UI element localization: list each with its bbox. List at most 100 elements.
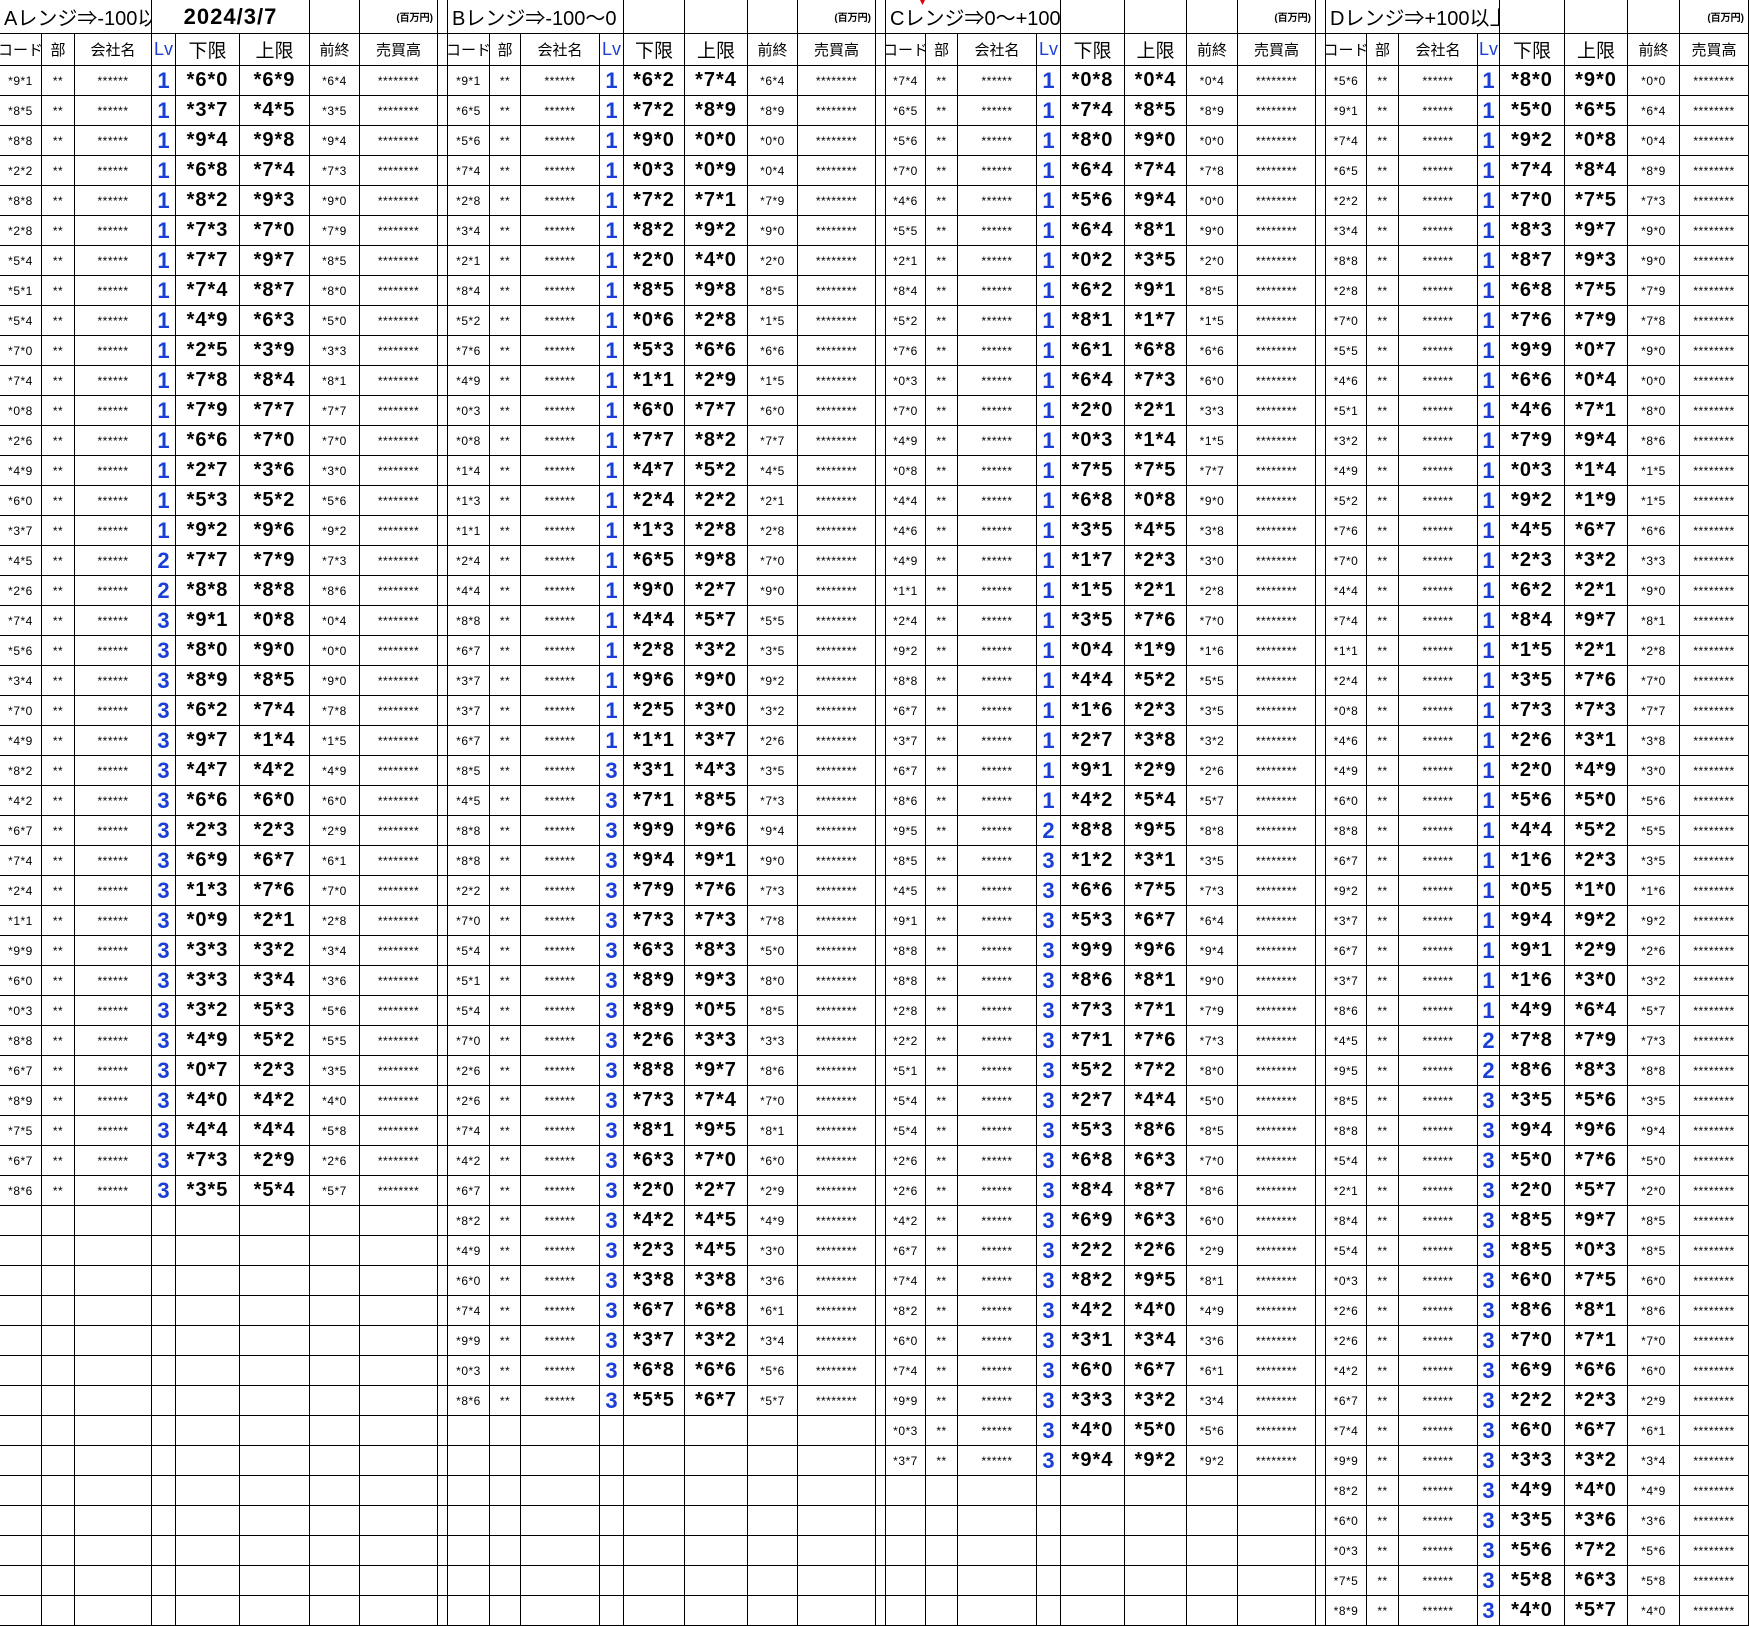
cell-upper: *4*0 (1125, 1296, 1187, 1325)
cell-code: *2*8 (886, 996, 926, 1025)
cell-dept: ** (1367, 1206, 1399, 1235)
cell-lower (1061, 1476, 1125, 1505)
gap-column (876, 1476, 886, 1505)
gap-column (1316, 456, 1326, 485)
gap-column (438, 696, 448, 725)
cell-code: *0*3 (886, 366, 926, 395)
cell-code: *4*5 (1326, 1026, 1367, 1055)
cell-upper: *2*1 (1565, 636, 1628, 665)
cell-code: *7*0 (1326, 546, 1367, 575)
cell-upper: *8*9 (685, 96, 748, 125)
cell-prev: *9*0 (1187, 486, 1238, 515)
cell-dept: ** (42, 456, 75, 485)
cell-dept: ** (926, 1176, 958, 1205)
cell-code: *8*5 (1326, 1086, 1367, 1115)
cell-prev: *7*3 (1628, 186, 1680, 215)
cell-company: ****** (75, 156, 152, 185)
column-header-company: 会社名 (1399, 34, 1478, 65)
cell-lv: 1 (152, 516, 176, 545)
cell-lv: 1 (152, 246, 176, 275)
cell-code: *8*6 (1326, 996, 1367, 1025)
cell-lower: *8*6 (1061, 966, 1125, 995)
cell-volume: ******** (1680, 396, 1749, 425)
gap-column (1316, 1026, 1326, 1055)
cell-company: ****** (75, 66, 152, 95)
column-header-code: コード (886, 34, 926, 65)
cell-dept: ** (1367, 576, 1399, 605)
cell-upper: *5*2 (240, 486, 310, 515)
cell-volume: ******** (360, 276, 438, 305)
cell-upper: *8*6 (1125, 1116, 1187, 1145)
cell-company: ****** (521, 1206, 600, 1235)
cell-prev: *5*7 (1187, 786, 1238, 815)
cell-code: *7*0 (0, 336, 42, 365)
cell-prev: *9*0 (1187, 966, 1238, 995)
cell-company: ****** (75, 756, 152, 785)
cell-dept: ** (926, 906, 958, 935)
cell-lv: 1 (600, 216, 624, 245)
gap-column (438, 1236, 448, 1265)
cell-dept: ** (490, 1086, 521, 1115)
cell-lv: 3 (1478, 1386, 1500, 1415)
cell-upper (685, 1416, 748, 1445)
cell-volume: ******** (1680, 1536, 1749, 1565)
cell-prev: *7*3 (310, 546, 360, 575)
cell-dept (42, 1206, 75, 1235)
cell-lower: *0*3 (624, 156, 685, 185)
cell-upper: *5*7 (685, 606, 748, 635)
cell-lv: 1 (152, 186, 176, 215)
title-blank (1125, 0, 1187, 33)
cell-company: ****** (521, 786, 600, 815)
cell-lower: *2*7 (1061, 1086, 1125, 1115)
gap-column (438, 1386, 448, 1415)
cell-lv: 1 (1478, 906, 1500, 935)
cell-upper: *3*2 (1125, 1386, 1187, 1415)
cell-dept (42, 1266, 75, 1295)
cell-company: ****** (1399, 366, 1478, 395)
gap-column (876, 816, 886, 845)
cell-prev (310, 1326, 360, 1355)
gap-column (876, 456, 886, 485)
cell-lv (152, 1596, 176, 1625)
cell-upper: *6*3 (1125, 1206, 1187, 1235)
cell-lv (1037, 1476, 1061, 1505)
cell-upper: *5*2 (685, 456, 748, 485)
cell-volume: ******** (1238, 1116, 1316, 1145)
cell-code (886, 1536, 926, 1565)
cell-lv: 3 (1478, 1266, 1500, 1295)
cell-lv: 3 (600, 1146, 624, 1175)
cell-dept (42, 1476, 75, 1505)
cell-volume: ******** (360, 1086, 438, 1115)
cell-upper: *8*2 (685, 426, 748, 455)
gap-column (1316, 876, 1326, 905)
gap-column (438, 96, 448, 125)
cell-lv: 3 (152, 696, 176, 725)
cell-lower: *7*0 (1500, 186, 1565, 215)
range-label-b: Bレンジ⇒-100～0 (448, 0, 624, 33)
cell-dept: ** (42, 66, 75, 95)
cell-prev: *1*5 (748, 366, 798, 395)
cell-code: *3*7 (1326, 906, 1367, 935)
cell-lower (176, 1566, 240, 1595)
cell-lower: *9*6 (624, 666, 685, 695)
cell-lower: *8*1 (1061, 306, 1125, 335)
cell-lv: 3 (152, 606, 176, 635)
cell-company: ****** (958, 1116, 1037, 1145)
cell-upper: *2*3 (240, 1056, 310, 1085)
cell-volume: ******** (798, 666, 876, 695)
cell-lower: *6*0 (1500, 1416, 1565, 1445)
cell-prev: *0*4 (1628, 126, 1680, 155)
cell-upper: *9*7 (1565, 606, 1628, 635)
cell-company: ****** (958, 486, 1037, 515)
cell-lv: 1 (1037, 726, 1061, 755)
cell-dept (42, 1506, 75, 1535)
cell-volume: ******** (798, 516, 876, 545)
cell-code: *0*8 (1326, 696, 1367, 725)
cell-company: ****** (521, 1176, 600, 1205)
gap-column (1316, 1536, 1326, 1565)
cell-volume: ******** (798, 96, 876, 125)
cell-lv (152, 1566, 176, 1595)
gap-column (876, 306, 886, 335)
cell-dept: ** (1367, 816, 1399, 845)
cell-volume: ******** (360, 546, 438, 575)
